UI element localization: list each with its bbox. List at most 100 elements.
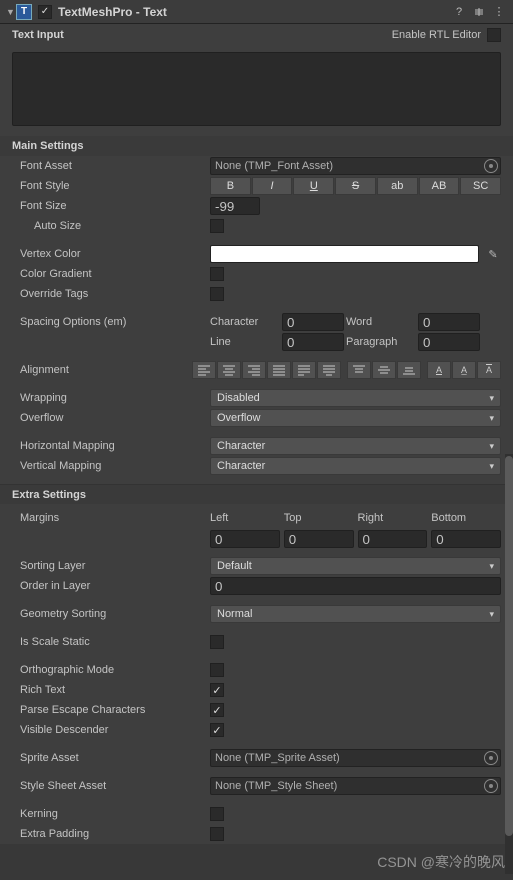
underline-button[interactable]: U bbox=[293, 177, 334, 195]
vertex-color-field[interactable] bbox=[210, 245, 479, 263]
color-gradient-checkbox[interactable] bbox=[210, 267, 224, 281]
visible-desc-label: Visible Descender bbox=[20, 724, 210, 736]
align-right-button[interactable] bbox=[242, 361, 266, 379]
strike-button[interactable]: S bbox=[335, 177, 376, 195]
font-size-input[interactable] bbox=[210, 197, 260, 215]
preset-icon[interactable] bbox=[471, 4, 487, 20]
align-flush-button[interactable] bbox=[292, 361, 316, 379]
sprite-asset-field[interactable]: None (TMP_Sprite Asset) bbox=[210, 749, 501, 767]
margin-right-input[interactable] bbox=[358, 530, 428, 548]
rtl-checkbox[interactable] bbox=[487, 28, 501, 42]
bold-button[interactable]: B bbox=[210, 177, 251, 195]
v-mapping-label: Vertical Mapping bbox=[20, 460, 210, 472]
overflow-label: Overflow bbox=[20, 412, 210, 424]
margin-left-input[interactable] bbox=[210, 530, 280, 548]
align-baseline-button[interactable]: A bbox=[427, 361, 451, 379]
font-style-buttons: B I U S ab AB SC bbox=[210, 177, 501, 195]
menu-icon[interactable]: ⋮ bbox=[491, 4, 507, 20]
italic-button[interactable]: I bbox=[252, 177, 293, 195]
ortho-label: Orthographic Mode bbox=[20, 664, 210, 676]
wrapping-dropdown[interactable]: Disabled bbox=[210, 389, 501, 407]
sprite-asset-label: Sprite Asset bbox=[20, 752, 210, 764]
parse-escape-label: Parse Escape Characters bbox=[20, 704, 210, 716]
rich-text-checkbox[interactable] bbox=[210, 683, 224, 697]
help-icon[interactable]: ? bbox=[451, 4, 467, 20]
align-top-button[interactable] bbox=[347, 361, 371, 379]
order-layer-input[interactable] bbox=[210, 577, 501, 595]
watermark: CSDN @寒冷的晚风 bbox=[377, 852, 505, 872]
component-header: ▼ T ✓ TextMeshPro - Text ? ⋮ bbox=[0, 0, 513, 24]
sorting-layer-dropdown[interactable]: Default bbox=[210, 557, 501, 575]
overflow-dropdown[interactable]: Overflow bbox=[210, 409, 501, 427]
auto-size-checkbox[interactable] bbox=[210, 219, 224, 233]
margin-top-input[interactable] bbox=[284, 530, 354, 548]
kerning-checkbox[interactable] bbox=[210, 807, 224, 821]
alignment-label: Alignment bbox=[20, 364, 192, 376]
v-mapping-dropdown[interactable]: Character bbox=[210, 457, 501, 475]
wrapping-label: Wrapping bbox=[20, 392, 210, 404]
auto-size-label: Auto Size bbox=[20, 220, 210, 232]
ortho-checkbox[interactable] bbox=[210, 663, 224, 677]
style-sheet-field[interactable]: None (TMP_Style Sheet) bbox=[210, 777, 501, 795]
smallcaps-button[interactable]: SC bbox=[460, 177, 501, 195]
main-settings-header[interactable]: Main Settings bbox=[0, 136, 513, 156]
align-bottom-button[interactable] bbox=[397, 361, 421, 379]
spacing-char-input[interactable] bbox=[282, 313, 344, 331]
order-layer-label: Order in Layer bbox=[20, 580, 210, 592]
margins-label: Margins bbox=[20, 512, 210, 548]
color-gradient-label: Color Gradient bbox=[20, 268, 210, 280]
margin-left-label: Left bbox=[210, 512, 280, 528]
scale-static-checkbox[interactable] bbox=[210, 635, 224, 649]
spacing-label: Spacing Options (em) bbox=[20, 316, 210, 328]
scale-static-label: Is Scale Static bbox=[20, 636, 210, 648]
spacing-word-label: Word bbox=[346, 316, 418, 328]
spacing-line-input[interactable] bbox=[282, 333, 344, 351]
margin-bottom-input[interactable] bbox=[431, 530, 501, 548]
extra-padding-checkbox[interactable] bbox=[210, 827, 224, 841]
foldout-icon[interactable]: ▼ bbox=[6, 7, 16, 17]
spacing-para-label: Paragraph bbox=[346, 336, 418, 348]
font-asset-field[interactable]: None (TMP_Font Asset) bbox=[210, 157, 501, 175]
extra-settings-header[interactable]: Extra Settings bbox=[0, 484, 513, 504]
component-title: TextMeshPro - Text bbox=[58, 5, 447, 19]
margin-bottom-label: Bottom bbox=[431, 512, 501, 528]
font-asset-value: None (TMP_Font Asset) bbox=[215, 160, 333, 172]
geom-sort-dropdown[interactable]: Normal bbox=[210, 605, 501, 623]
uppercase-button[interactable]: AB bbox=[419, 177, 460, 195]
eyedropper-icon[interactable]: ✎ bbox=[485, 246, 501, 262]
rich-text-label: Rich Text bbox=[20, 684, 210, 696]
h-mapping-dropdown[interactable]: Character bbox=[210, 437, 501, 455]
sorting-layer-label: Sorting Layer bbox=[20, 560, 210, 572]
visible-desc-checkbox[interactable] bbox=[210, 723, 224, 737]
override-tags-label: Override Tags bbox=[20, 288, 210, 300]
font-size-label: Font Size bbox=[20, 200, 210, 212]
align-justify-button[interactable] bbox=[267, 361, 291, 379]
kerning-label: Kerning bbox=[20, 808, 210, 820]
scrollbar[interactable] bbox=[505, 454, 513, 874]
object-picker-icon[interactable] bbox=[484, 751, 498, 765]
scroll-thumb[interactable] bbox=[505, 456, 513, 836]
align-left-button[interactable] bbox=[192, 361, 216, 379]
align-capline-button[interactable]: A bbox=[477, 361, 501, 379]
font-asset-label: Font Asset bbox=[20, 160, 210, 172]
object-picker-icon[interactable] bbox=[484, 779, 498, 793]
component-icon: T bbox=[16, 4, 32, 20]
lowercase-button[interactable]: ab bbox=[377, 177, 418, 195]
spacing-word-input[interactable] bbox=[418, 313, 480, 331]
geom-sort-label: Geometry Sorting bbox=[20, 608, 210, 620]
parse-escape-checkbox[interactable] bbox=[210, 703, 224, 717]
enabled-checkbox[interactable]: ✓ bbox=[38, 5, 52, 19]
text-input-label: Text Input bbox=[12, 29, 392, 41]
text-input-area[interactable] bbox=[12, 52, 501, 126]
spacing-line-label: Line bbox=[210, 336, 282, 348]
align-geo-button[interactable] bbox=[317, 361, 341, 379]
text-input-header: Text Input Enable RTL Editor bbox=[0, 24, 513, 46]
object-picker-icon[interactable] bbox=[484, 159, 498, 173]
override-tags-checkbox[interactable] bbox=[210, 287, 224, 301]
align-center-button[interactable] bbox=[217, 361, 241, 379]
margin-right-label: Right bbox=[358, 512, 428, 528]
spacing-para-input[interactable] bbox=[418, 333, 480, 351]
align-middle-button[interactable] bbox=[372, 361, 396, 379]
align-midline-button[interactable]: A̲ bbox=[452, 361, 476, 379]
font-style-label: Font Style bbox=[20, 180, 210, 192]
